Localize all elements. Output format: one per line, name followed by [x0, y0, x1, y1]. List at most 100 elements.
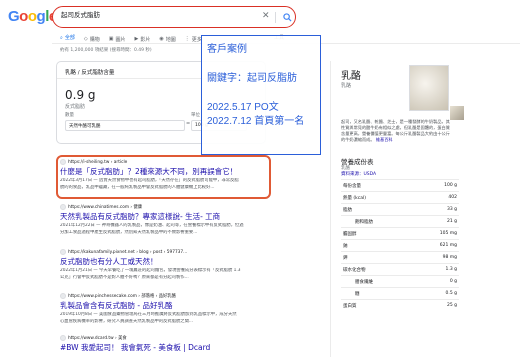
favicon-icon: [60, 335, 66, 341]
nutrition-row-label: 蛋白質: [343, 303, 357, 309]
result-url-text: https://www.pinchessecake.com › 部落格 › 品好…: [68, 294, 176, 299]
favicon-icon: [60, 293, 66, 299]
result-snippet: 2019年10月8日 — 美國食品藥物管理局在三月時推廣將反式脂肪加到乳品標示中…: [60, 312, 237, 317]
tab-label: 購物: [89, 36, 100, 43]
result-title[interactable]: 什麼是「反式脂肪」？2種來源大不同，別再誤會它！: [60, 166, 270, 177]
result-url: https://i-sheiling.tw › article: [60, 159, 270, 165]
nutrition-row-label: 碳水化合物: [343, 267, 366, 273]
result-snippet: 肪的的食品，乳品中蘊藏，在一般純乳製品中會反式脂肪的人體健康機上比較好...: [60, 185, 215, 190]
nutrition-row-value: 402: [448, 195, 457, 200]
unit-label: 單位: [191, 113, 200, 118]
cheese-thumbnail[interactable]: [450, 106, 464, 120]
search-result: https://www.pinchessecake.com › 部落格 › 品好…: [60, 293, 270, 325]
search-result: https://i-sheiling.tw › article 什麼是「反式脂肪…: [60, 159, 270, 191]
result-title[interactable]: 乳製品會含有反式脂肪 - 品好乳酪: [60, 300, 270, 311]
result-title[interactable]: 反式脂肪也有分人工或天然！: [60, 256, 270, 267]
quantity-label: 數量: [65, 113, 74, 118]
result-url: https://www.pinchessecake.com › 部落格 › 品好…: [60, 293, 270, 299]
annotation-line: 客戶案例: [207, 44, 247, 55]
nutrition-row: 膳食纖維 0 g: [341, 275, 459, 287]
result-title[interactable]: #BW 我愛起司！ 我會氣死 - 美食板 | Dcard: [60, 342, 210, 353]
kp-desc-text: 起司，又名乳酪、乾酪、芝士，是一種發酵的牛奶製品，其性質與常見的酸牛奶有相似之處…: [341, 119, 450, 142]
search-icon: [282, 12, 292, 22]
nutrition-row-label: 膳食纖維: [355, 279, 373, 285]
image-icon: ▣: [108, 36, 114, 42]
result-url-text: https://www.dcard.tw › 美食: [68, 336, 127, 341]
result-url: https://www.chinatimes.com › 健康: [60, 204, 270, 210]
kp-section-source[interactable]: 資料來源：USDA: [341, 172, 376, 178]
nutrition-row: 蛋白質 25 g: [341, 299, 459, 311]
nutrition-row: 脂肪 33 g: [341, 203, 459, 215]
nutrition-value: 0.9 g: [65, 88, 96, 102]
nutrition-row: 膽固醇 105 mg: [341, 227, 459, 239]
nutrition-row-value: 98 mg: [442, 255, 457, 260]
nutrition-row: 鉀 98 mg: [341, 251, 459, 263]
nutrition-row-label: 熱量 (kcal): [343, 195, 367, 201]
tab-label: 影片: [140, 36, 151, 43]
video-icon: ▶: [134, 36, 139, 42]
kp-description: 起司，又名乳酪、乾酪、芝士，是一種發酵的牛奶製品，其性質與常見的酸牛奶有相似之處…: [341, 119, 453, 143]
nutrition-value-label: 反式脂肪: [65, 104, 86, 110]
more-icon: ⋮: [184, 36, 190, 42]
kp-source-link[interactable]: 維基百科: [376, 137, 393, 142]
nutrition-header: 乳酪 / 反式脂肪含量: [65, 70, 115, 76]
food-select[interactable]: 天然牛酪可乳酪: [65, 120, 185, 131]
search-divider: [275, 12, 276, 23]
nutrition-row-value: 25 g: [446, 303, 457, 308]
tag-icon: ◇: [83, 36, 88, 42]
nutrition-row-label: 鉀: [343, 255, 348, 261]
nutrition-row-label: 鈉: [343, 243, 348, 249]
nutrition-row-value: 0.5 g: [445, 291, 457, 296]
search-button[interactable]: [280, 10, 294, 24]
nutrition-row-label: 飽和脂肪: [355, 219, 373, 225]
annotation-line: 關鍵字：起司反脂肪: [207, 73, 297, 84]
result-title[interactable]: 天然乳製品有反式脂肪？專家這樣說- 生活- 工商: [60, 211, 270, 222]
favicon-icon: [60, 204, 66, 210]
result-snippet: 公克」行會中反式脂肪不是對人體不好嗎？原來都是有分起司製作...: [60, 275, 189, 280]
nutrition-row: 鈉 621 mg: [341, 239, 459, 251]
tab-label: 地圖: [165, 36, 176, 43]
nutrition-table: 每份含量 100 g 熱量 (kcal) 402 脂肪 33 g 飽和脂肪 21 g 膽固醇 10…: [341, 179, 459, 311]
google-logo[interactable]: Google: [8, 8, 57, 25]
map-pin-icon: ◉: [159, 36, 164, 42]
annotation-line: 2022.7.12 首頁第一名: [207, 116, 305, 127]
result-snippet: 2022年1月21日 — 今天早餐吃了一塊農莊的起司麵包，發現營養成分表標示有「…: [60, 268, 241, 273]
result-snippet: 2022年3月17日 — 因實天然食物中也有起司脂肪，「天然存在」的反式脂肪可能…: [60, 178, 239, 183]
nutrition-row-label: 脂肪: [343, 207, 352, 213]
annotation-line: 2022.5.17 PO文: [207, 102, 279, 113]
search-icon: ⌕: [60, 34, 63, 41]
result-url-text: https://www.chinatimes.com › 健康: [68, 205, 143, 210]
kp-subtitle: 乳酪: [341, 83, 352, 89]
tab-label: 圖片: [115, 36, 126, 43]
search-result: https://kakunafamily.pixnet.net › blog ›…: [60, 249, 270, 281]
nutrition-row: 糖 0.5 g: [341, 287, 459, 299]
nutrition-row-value: 621 mg: [439, 243, 457, 248]
nutrition-row-label: 糖: [355, 291, 360, 297]
nutrition-row: 碳水化合物 1.3 g: [341, 263, 459, 275]
result-url-text: https://i-sheiling.tw › article: [68, 159, 128, 165]
result-snippet: 2021年12月22日 — 神奇機器人的乳製品，像是奶油、起司等，在營養標示中有…: [60, 223, 244, 228]
nutrition-row-value: 21 g: [446, 219, 457, 224]
favicon-icon: [60, 249, 66, 255]
kp-section: 營養成份表 乳酪 資料來源：USDA: [341, 158, 376, 178]
logo-letter: o: [19, 8, 28, 25]
nutrition-row: 飽和脂肪 21 g: [341, 215, 459, 227]
tab-label: 全部: [64, 35, 75, 41]
clear-icon[interactable]: ✕: [262, 11, 270, 21]
search-box: ✕: [52, 6, 296, 28]
nutrition-row: 每份含量 100 g: [341, 179, 459, 191]
kp-title: 乳酪: [341, 71, 361, 82]
nutrition-row: 熱量 (kcal) 402: [341, 191, 459, 203]
search-result: https://www.dcard.tw › 美食 #BW 我愛起司！ 我會氣死…: [60, 335, 210, 353]
cheese-image[interactable]: [409, 65, 464, 120]
search-input[interactable]: [61, 10, 251, 18]
nutrition-row-label: 膽固醇: [343, 231, 357, 237]
nutrition-row-value: 105 mg: [439, 231, 457, 236]
equals-sign: =: [186, 121, 191, 127]
logo-letter: g: [36, 8, 46, 25]
knowledge-panel: 乳酪 乳酪 起司，又名乳酪、乾酪、芝士，是一種發酵的牛奶製品，其性質與常見的酸牛…: [330, 61, 520, 357]
search-result: https://www.chinatimes.com › 健康 天然乳製品有反式…: [60, 204, 270, 236]
result-url: https://kakunafamily.pixnet.net › blog ›…: [60, 249, 270, 255]
result-stats: 約有 1,200,000 項結果 (搜尋時間：0.49 秒): [60, 48, 152, 53]
result-url: https://www.dcard.tw › 美食: [60, 335, 210, 341]
